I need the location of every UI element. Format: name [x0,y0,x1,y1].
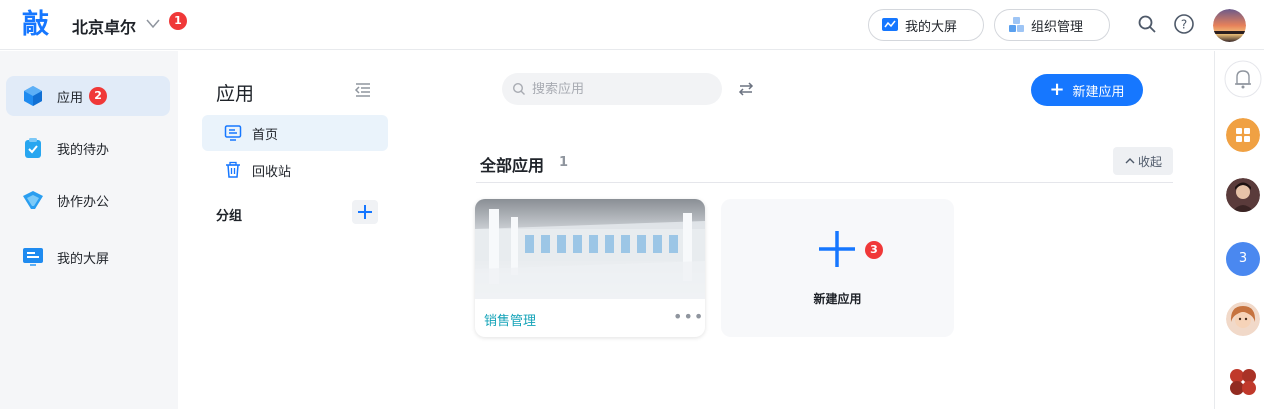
contact-count-badge[interactable]: 3 [1226,242,1260,276]
main-content: + 新建应用 全部应用 1 收起 [398,51,1214,409]
search-input[interactable] [532,81,712,97]
search-icon [512,82,525,95]
search-icon[interactable] [1136,13,1158,35]
clipboard-check-icon [25,138,41,158]
sub-nav-title: 应用 [216,83,255,105]
contact-avatar[interactable] [1226,178,1260,212]
org-manage-label: 组织管理 [1031,19,1084,35]
nav-item-label: 协作办公 [57,194,110,210]
plus-icon [819,231,855,267]
nav-item-label: 我的大屏 [57,251,110,267]
monitor-home-icon [224,125,242,141]
notification-badge: 1 [169,12,187,30]
org-name[interactable]: 北京卓尔 [72,14,136,38]
contact-avatar[interactable] [1226,302,1260,336]
cube-icon [24,86,42,106]
user-avatar[interactable] [1213,9,1246,42]
sub-nav-item-label: 首页 [252,127,279,143]
collaboration-icon [23,191,43,209]
group-label: 分组 [216,209,243,224]
plus-icon: + [1049,79,1065,100]
sub-nav-item-home[interactable]: 首页 [202,115,388,151]
top-bar: 敲 北京卓尔 1 我的大屏 组织管理 ? [0,0,1264,50]
add-group-icon[interactable] [352,200,378,224]
group-avatar[interactable] [1226,364,1260,398]
monitor-icon [23,248,43,266]
app-card[interactable]: 销售管理 ••• [475,199,705,337]
nav-item-label: 我的待办 [57,142,110,158]
app-thumbnail [475,199,705,299]
new-card-label: 新建应用 [813,292,862,306]
bell-icon[interactable] [1224,60,1262,98]
app-name[interactable]: 销售管理 [484,310,536,329]
sub-nav: 应用 首页 回收站 分组 [178,51,398,409]
sub-nav-item-recycle[interactable]: 回收站 [202,152,388,188]
section-title: 全部应用 [480,156,545,175]
big-screen-button[interactable]: 我的大屏 [868,9,984,41]
app-logo[interactable]: 敲 [22,8,58,42]
section-count: 1 [559,155,569,170]
more-options-icon[interactable]: ••• [673,307,704,326]
trash-icon [226,161,240,178]
new-app-label: 新建应用 [1072,84,1125,100]
nav-item-big-screen[interactable]: 我的大屏 [6,237,170,277]
sort-icon[interactable] [736,79,756,99]
collapse-sidebar-icon[interactable] [354,81,372,99]
right-rail: 3 [1214,51,1264,409]
big-screen-label: 我的大屏 [905,19,958,35]
nav-item-label: 应用 [57,90,84,106]
apps-grid-icon[interactable] [1226,118,1260,152]
search-box[interactable] [502,73,722,105]
new-app-button[interactable]: + 新建应用 [1031,74,1143,106]
sub-nav-item-label: 回收站 [252,164,292,180]
nav-badge: 2 [89,87,108,105]
svg-text:?: ? [1181,18,1187,32]
cubes-icon [1009,17,1024,32]
collapse-label: 收起 [1137,154,1162,169]
new-app-card[interactable]: 3 新建应用 [721,199,954,337]
help-icon[interactable]: ? [1173,13,1195,35]
nav-item-collab[interactable]: 协作办公 [6,180,170,220]
collapse-button[interactable]: 收起 [1113,147,1173,175]
left-nav: 应用 2 我的待办 协作办公 我的大屏 [0,51,178,409]
chart-icon [882,18,898,31]
chevron-down-icon[interactable] [144,13,162,33]
org-manage-button[interactable]: 组织管理 [994,9,1110,41]
nav-item-todo[interactable]: 我的待办 [6,128,170,168]
chevron-up-icon [1125,158,1135,164]
new-card-badge: 3 [865,241,883,259]
divider [476,182,1173,183]
nav-item-apps[interactable]: 应用 2 [6,76,170,116]
